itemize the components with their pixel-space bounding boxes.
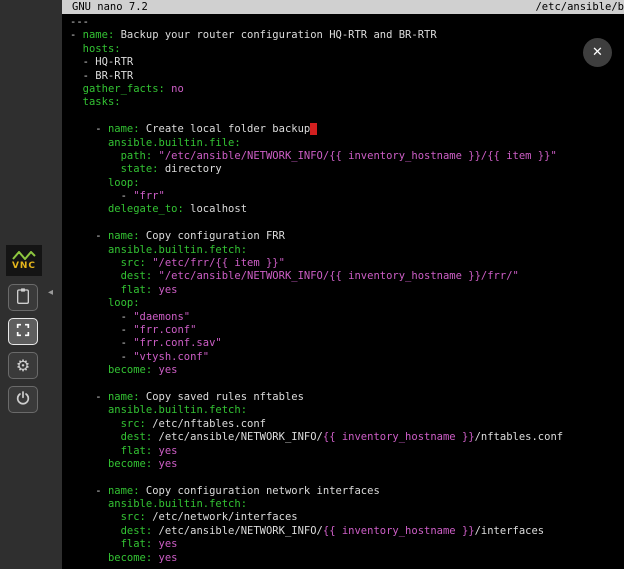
vnc-control-bar: VNC ⚙ [0, 0, 62, 569]
clipboard-button[interactable] [8, 284, 38, 311]
editor-line: ansible.builtin.fetch: [70, 404, 624, 417]
close-button[interactable]: ✕ [583, 38, 612, 67]
nano-titlebar: GNU nano 7.2 /etc/ansible/b [62, 0, 624, 14]
editor-line: delegate_to: localhost [70, 203, 624, 216]
editor-line: - name: Create local folder backup [70, 123, 624, 136]
novnc-logo: VNC [6, 245, 42, 276]
editor-line: flat: yes [70, 538, 624, 551]
terminal-window: GNU nano 7.2 /etc/ansible/b ---- name: B… [62, 0, 624, 569]
editor-line: flat: yes [70, 284, 624, 297]
editor-line: src: /etc/nftables.conf [70, 418, 624, 431]
editor-line: --- [70, 16, 624, 29]
editor-line: state: directory [70, 163, 624, 176]
editor-line: ansible.builtin.file: [70, 137, 624, 150]
gear-icon: ⚙ [16, 358, 30, 374]
editor-line: gather_facts: no [70, 83, 624, 96]
editor-line: path: "/etc/ansible/NETWORK_INFO/{{ inve… [70, 150, 624, 163]
editor-line: dest: /etc/ansible/NETWORK_INFO/{{ inven… [70, 525, 624, 538]
editor-line: - "daemons" [70, 311, 624, 324]
editor-line: - name: Copy configuration network inter… [70, 485, 624, 498]
editor-line: loop: [70, 297, 624, 310]
editor-line: src: /etc/network/interfaces [70, 511, 624, 524]
fullscreen-icon [15, 322, 31, 342]
editor-line: - "vtysh.conf" [70, 351, 624, 364]
control-bar-handle[interactable]: ◂ [48, 287, 53, 298]
close-icon: ✕ [592, 45, 603, 60]
editor-line: - "frr.conf" [70, 324, 624, 337]
nano-version-label: GNU nano 7.2 [72, 0, 148, 14]
editor-line: - HQ-RTR [70, 56, 624, 69]
nano-filename-label: /etc/ansible/b [535, 0, 624, 14]
novnc-logo-label: VNC [12, 261, 36, 271]
editor-line [70, 217, 624, 230]
editor-line: - "frr" [70, 190, 624, 203]
editor-line [70, 110, 624, 123]
editor-line: - name: Copy configuration FRR [70, 230, 624, 243]
editor-line: tasks: [70, 96, 624, 109]
editor-line: ansible.builtin.fetch: [70, 244, 624, 257]
novnc-logo-wave-icon [12, 251, 36, 260]
settings-button[interactable]: ⚙ [8, 352, 38, 379]
editor-line: flat: yes [70, 445, 624, 458]
editor-line: - name: Backup your router configuration… [70, 29, 624, 42]
power-icon [15, 390, 31, 410]
editor-text[interactable]: ---- name: Backup your router configurat… [62, 14, 624, 565]
editor-line: become: yes [70, 552, 624, 565]
text-cursor [310, 123, 316, 135]
editor-line: - name: Copy saved rules nftables [70, 391, 624, 404]
editor-line: src: "/etc/frr/{{ item }}" [70, 257, 624, 270]
desktop-screen: VNC ⚙ [0, 0, 624, 569]
editor-line: dest: "/etc/ansible/NETWORK_INFO/{{ inve… [70, 270, 624, 283]
editor-line [70, 471, 624, 484]
editor-line: - "frr.conf.sav" [70, 337, 624, 350]
clipboard-icon [15, 287, 31, 309]
editor-line: dest: /etc/ansible/NETWORK_INFO/{{ inven… [70, 431, 624, 444]
editor-line: become: yes [70, 364, 624, 377]
editor-line: - BR-RTR [70, 70, 624, 83]
editor-line: hosts: [70, 43, 624, 56]
fullscreen-button[interactable] [8, 318, 38, 345]
editor-line: become: yes [70, 458, 624, 471]
editor-line [70, 378, 624, 391]
editor-line: ansible.builtin.fetch: [70, 498, 624, 511]
power-button[interactable] [8, 386, 38, 413]
editor-line: loop: [70, 177, 624, 190]
